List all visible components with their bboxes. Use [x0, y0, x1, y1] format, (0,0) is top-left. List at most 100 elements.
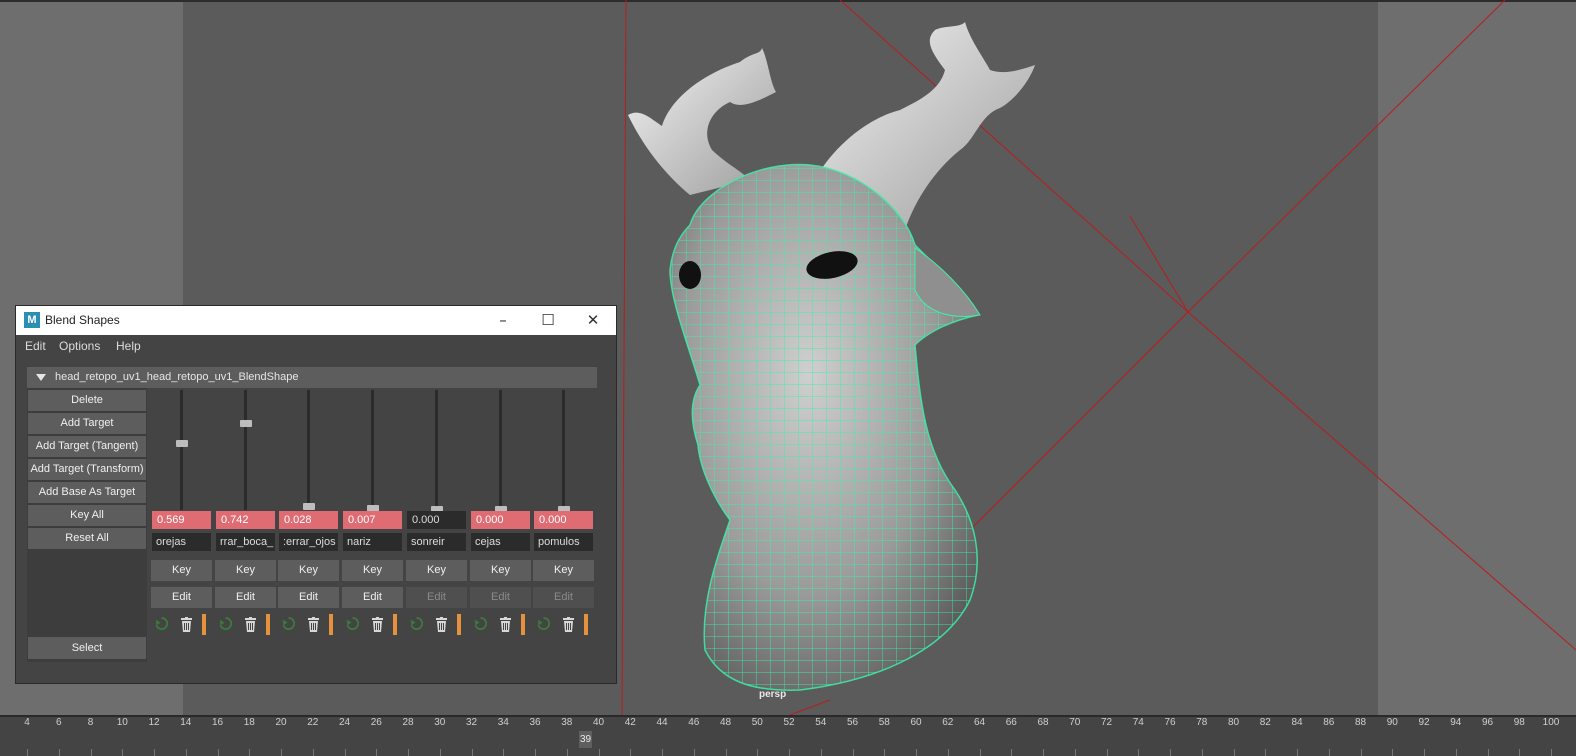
key-button[interactable]: Key [278, 560, 339, 581]
weight-slider-handle[interactable] [176, 440, 188, 447]
key-button[interactable]: Key [342, 560, 403, 581]
edit-button[interactable]: Edit [342, 587, 403, 608]
weight-field[interactable]: 0.007 [343, 511, 402, 529]
add-target-transform-button[interactable]: Add Target (Transform) [28, 459, 146, 480]
cycle-icon[interactable] [346, 617, 359, 630]
collapse-arrow-icon[interactable] [36, 374, 46, 381]
frame-tick-label: 62 [942, 717, 954, 728]
weight-slider-track[interactable] [180, 390, 183, 510]
maximize-button[interactable]: ☐ [526, 306, 570, 335]
weight-field[interactable]: 0.000 [534, 511, 593, 529]
minimize-button[interactable]: – [481, 306, 525, 335]
key-indicator [329, 614, 333, 635]
edit-button[interactable]: Edit [406, 587, 467, 608]
edit-button[interactable]: Edit [151, 587, 212, 608]
close-button[interactable]: ✕ [571, 306, 615, 335]
blendshape-node-header[interactable]: head_retopo_uv1_head_retopo_uv1_BlendSha… [27, 367, 597, 388]
weight-slider-handle[interactable] [303, 503, 315, 510]
title-bar[interactable]: M Blend Shapes – ☐ ✕ [16, 306, 616, 335]
trash-icon[interactable] [308, 617, 319, 632]
key-all-button[interactable]: Key All [28, 505, 146, 526]
menu-edit[interactable]: Edit [25, 339, 46, 353]
trash-icon[interactable] [500, 617, 511, 632]
weight-field[interactable]: 0.000 [407, 511, 466, 529]
current-frame-indicator[interactable]: 39 [579, 731, 592, 748]
target-name-field[interactable]: sonreir [407, 533, 466, 551]
cycle-icon[interactable] [537, 617, 550, 630]
frame-tick-mark [249, 749, 250, 756]
trash-icon[interactable] [436, 617, 447, 632]
target-name-field[interactable]: rrar_boca_ [216, 533, 275, 551]
key-button[interactable]: Key [533, 560, 594, 581]
blend-shapes-window[interactable]: M Blend Shapes – ☐ ✕ Edit Options Help h… [15, 305, 617, 684]
frame-tick-mark [345, 749, 346, 756]
target-name-field[interactable]: :errar_ojos [279, 533, 338, 551]
edit-button[interactable]: Edit [215, 587, 276, 608]
add-base-as-target-button[interactable]: Add Base As Target [28, 482, 146, 503]
frame-tick-mark [1265, 749, 1266, 756]
key-button[interactable]: Key [406, 560, 467, 581]
frame-tick-mark [59, 749, 60, 756]
frame-tick-label: 12 [148, 717, 160, 728]
target-name-field[interactable]: orejas [152, 533, 211, 551]
wireframe-overlay [669, 163, 980, 691]
add-target-tangent-button[interactable]: Add Target (Tangent) [28, 436, 146, 457]
frame-tick-label: 94 [1450, 717, 1462, 728]
frame-tick-mark [1011, 749, 1012, 756]
frame-tick-mark [376, 749, 377, 756]
key-button[interactable]: Key [470, 560, 531, 581]
menu-options[interactable]: Options [59, 339, 100, 353]
target-name-field[interactable]: cejas [471, 533, 530, 551]
weight-field[interactable]: 0.742 [216, 511, 275, 529]
frame-tick-mark [853, 749, 854, 756]
key-button[interactable]: Key [151, 560, 212, 581]
trash-icon[interactable] [245, 617, 256, 632]
edit-button[interactable]: Edit [278, 587, 339, 608]
select-button[interactable]: Select [28, 637, 146, 659]
target-name-field[interactable]: nariz [343, 533, 402, 551]
frame-tick-mark [154, 749, 155, 756]
cycle-icon[interactable] [282, 617, 295, 630]
time-slider[interactable]: 4 6 8 10 12 14 16 18 20 22 24 26 28 30 32 34 36 38 40 42 44 4… [0, 715, 1576, 756]
weight-slider-track[interactable] [307, 390, 310, 510]
weight-field[interactable]: 0.028 [279, 511, 338, 529]
target-icon-row [533, 614, 595, 636]
frame-tick-label: 64 [973, 717, 986, 728]
frame-tick-mark [1519, 749, 1520, 756]
add-target-button[interactable]: Add Target [28, 413, 146, 434]
weight-field[interactable]: 0.569 [152, 511, 211, 529]
menu-help[interactable]: Help [116, 339, 141, 353]
key-indicator [584, 614, 588, 635]
cycle-icon[interactable] [474, 617, 487, 630]
frame-tick-label: 4 [24, 717, 30, 728]
target-name-field[interactable]: pomulos [534, 533, 593, 551]
cycle-icon[interactable] [410, 617, 423, 630]
frame-tick-mark [630, 749, 631, 756]
weight-slider-track[interactable] [371, 390, 374, 510]
weight-slider-track[interactable] [499, 390, 502, 510]
target-column: 0.000 sonreir Key Edit [406, 388, 469, 638]
weight-slider-track[interactable] [244, 390, 247, 510]
key-indicator [521, 614, 525, 635]
reset-all-button[interactable]: Reset All [28, 528, 146, 549]
trash-icon[interactable] [181, 617, 192, 632]
trash-icon[interactable] [372, 617, 383, 632]
frame-tick-mark [408, 749, 409, 756]
frame-tick-mark [91, 749, 92, 756]
weight-field[interactable]: 0.000 [471, 511, 530, 529]
frame-tick-label: 18 [243, 717, 255, 728]
delete-button[interactable]: Delete [28, 390, 146, 411]
cycle-icon[interactable] [219, 617, 232, 630]
edit-button[interactable]: Edit [470, 587, 531, 608]
weight-slider-track[interactable] [562, 390, 565, 510]
edit-button[interactable]: Edit [533, 587, 594, 608]
frame-tick-label: 20 [275, 717, 287, 728]
frame-tick-label: 54 [815, 717, 827, 728]
frame-tick-mark [313, 749, 314, 756]
cycle-icon[interactable] [155, 617, 168, 630]
frame-tick-mark [1202, 749, 1203, 756]
weight-slider-track[interactable] [435, 390, 438, 510]
trash-icon[interactable] [563, 617, 574, 632]
weight-slider-handle[interactable] [240, 420, 252, 427]
key-button[interactable]: Key [215, 560, 276, 581]
